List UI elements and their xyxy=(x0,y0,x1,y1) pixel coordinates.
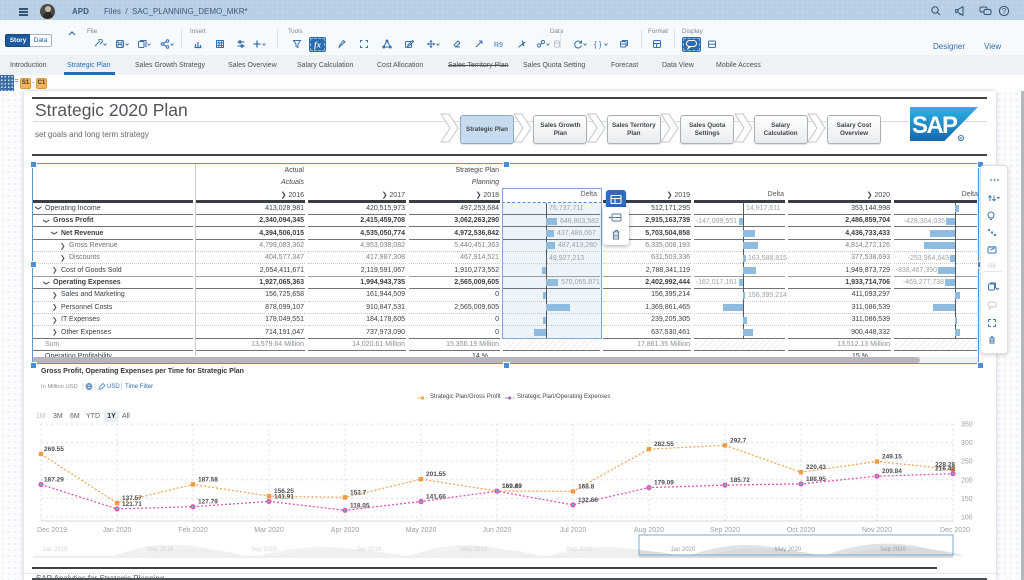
svg-text:169.49: 169.49 xyxy=(502,483,522,490)
svg-text:187.58: 187.58 xyxy=(198,476,218,483)
svg-text:Sep 2020: Sep 2020 xyxy=(880,547,906,553)
svg-text:292.7: 292.7 xyxy=(730,437,747,444)
svg-text:R9: R9 xyxy=(988,264,996,270)
svg-text:Jun 2020: Jun 2020 xyxy=(483,527,512,534)
svg-text:200: 200 xyxy=(961,477,973,484)
svg-text:269.55: 269.55 xyxy=(44,446,64,453)
svg-text:249.15: 249.15 xyxy=(882,454,902,461)
svg-text:300: 300 xyxy=(961,440,973,447)
svg-text:R9: R9 xyxy=(494,42,503,49)
svg-text:188.95: 188.95 xyxy=(806,476,826,483)
svg-text:Jul 2020: Jul 2020 xyxy=(560,527,587,534)
svg-text:Dec 2020: Dec 2020 xyxy=(940,527,970,534)
svg-text:{ }: { } xyxy=(594,40,602,49)
svg-text:Mar 2020: Mar 2020 xyxy=(254,527,284,534)
svg-text:Apr 2020: Apr 2020 xyxy=(331,527,360,534)
svg-text:SAP: SAP xyxy=(912,112,958,139)
svg-text:May 2020: May 2020 xyxy=(406,527,437,534)
svg-text:127.79: 127.79 xyxy=(198,499,218,506)
svg-text:fx: fx xyxy=(314,40,321,49)
svg-text:121.71: 121.71 xyxy=(122,501,142,508)
svg-text:132.66: 132.66 xyxy=(578,497,598,504)
svg-text:May 2020: May 2020 xyxy=(775,547,802,553)
svg-text:168.8: 168.8 xyxy=(578,483,595,490)
svg-text:216.42: 216.42 xyxy=(935,466,955,473)
svg-text:250: 250 xyxy=(961,459,973,466)
svg-text:185.72: 185.72 xyxy=(730,477,750,484)
svg-text:141.91: 141.91 xyxy=(274,493,294,500)
svg-text:Dec 2019: Dec 2019 xyxy=(37,527,67,534)
svg-text:201.55: 201.55 xyxy=(426,471,446,478)
svg-text:118.05: 118.05 xyxy=(350,502,370,509)
svg-text:Jan 2020: Jan 2020 xyxy=(103,527,132,534)
svg-text:179.09: 179.09 xyxy=(654,480,674,487)
svg-text:Sep 2020: Sep 2020 xyxy=(710,527,740,534)
svg-text:Aug 2020: Aug 2020 xyxy=(634,527,664,534)
svg-text:Nov 2020: Nov 2020 xyxy=(862,527,892,534)
svg-text:187.29: 187.29 xyxy=(44,477,64,484)
svg-text:152.7: 152.7 xyxy=(350,489,367,496)
svg-text:Jan 2020: Jan 2020 xyxy=(671,547,696,553)
svg-text:?: ? xyxy=(1002,7,1007,16)
svg-text:141.66: 141.66 xyxy=(426,494,446,501)
svg-text:282.55: 282.55 xyxy=(654,441,674,448)
svg-text:100: 100 xyxy=(961,515,973,522)
svg-text:350: 350 xyxy=(961,422,973,429)
svg-text:Feb 2020: Feb 2020 xyxy=(178,527,208,534)
svg-text:Oct 2020: Oct 2020 xyxy=(787,527,816,534)
svg-text:220.43: 220.43 xyxy=(806,464,826,471)
svg-text:209.84: 209.84 xyxy=(882,468,902,475)
svg-text:150: 150 xyxy=(961,496,973,503)
